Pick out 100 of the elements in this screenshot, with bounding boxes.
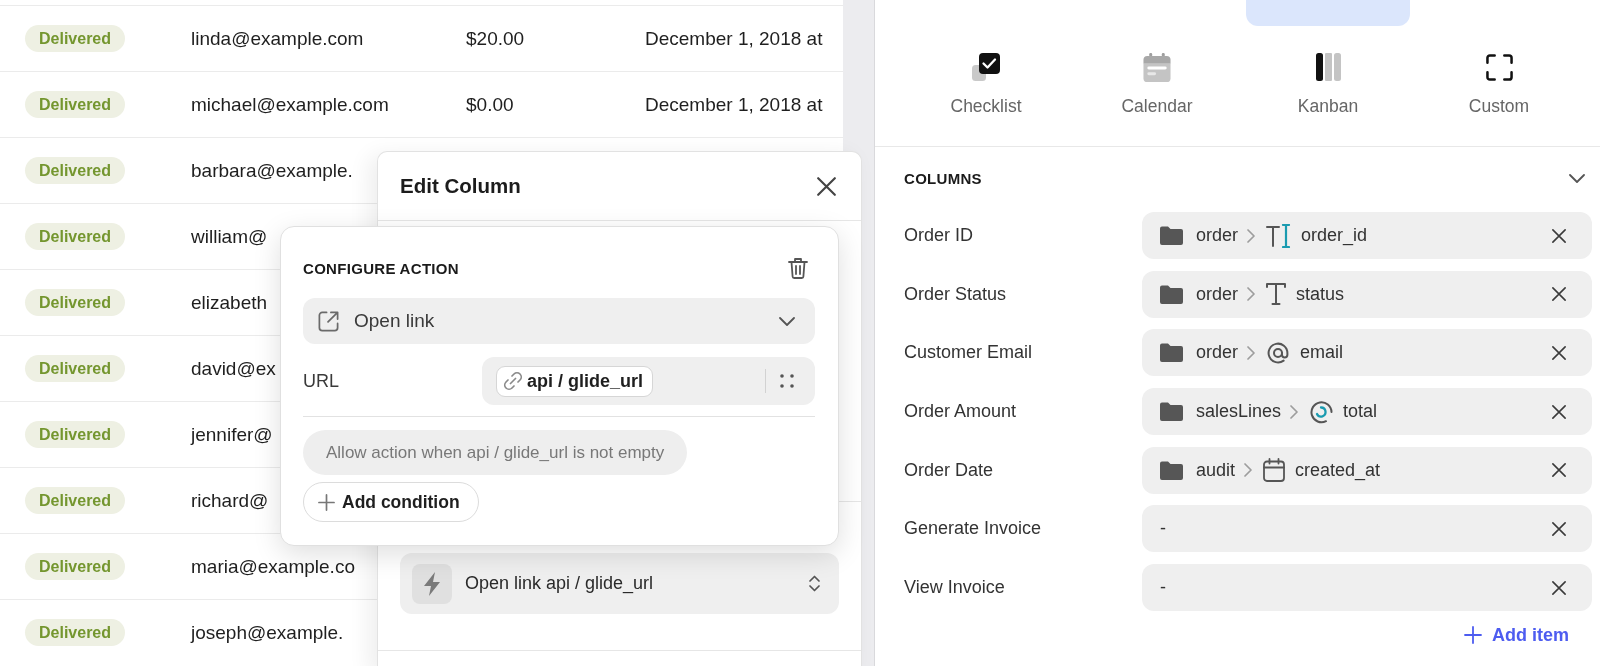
column-label: Generate Invoice <box>904 518 1043 540</box>
lightning-icon <box>412 563 452 604</box>
close-icon[interactable] <box>1552 463 1566 478</box>
order-status: Delivered <box>25 421 126 448</box>
column-value-field[interactable]: audit created_at <box>1142 446 1592 494</box>
close-icon[interactable] <box>1552 345 1566 360</box>
section-title: COLUMNS <box>904 169 982 187</box>
layout-option[interactable]: Kanban <box>1246 36 1410 128</box>
source-table: order <box>1196 283 1239 305</box>
order-date: December 1, 2018 at <box>645 27 823 49</box>
at-sign-icon <box>1266 340 1291 365</box>
column-label: View Invoice <box>904 577 1006 599</box>
url-field[interactable]: api / glide_url <box>482 357 815 405</box>
column-label: Order Status <box>904 283 1008 305</box>
text-type-icon <box>1266 283 1287 306</box>
chevron-right-icon <box>1290 404 1299 419</box>
source-column: order_id <box>1301 225 1368 246</box>
column-label: Customer Email <box>904 342 1034 364</box>
column-label: Order Date <box>904 459 995 481</box>
panel-title: Edit Column <box>400 174 521 198</box>
chevron-right-icon <box>1247 345 1256 360</box>
close-icon[interactable] <box>1552 287 1566 302</box>
text-cursor-icon <box>1266 223 1292 248</box>
folder-icon <box>1160 226 1183 245</box>
condition-filter[interactable]: Allow action when api / glide_url is not empty <box>303 430 688 475</box>
customer-email: elizabeth <box>191 291 268 313</box>
order-status: Delivered <box>25 553 126 580</box>
order-status: Delivered <box>25 25 126 52</box>
chevron-right-icon <box>1247 287 1256 302</box>
order-date: December 1, 2018 at <box>645 93 823 115</box>
layout-option[interactable]: Calendar <box>1075 36 1239 128</box>
chevron-down-icon[interactable] <box>779 316 795 326</box>
source-table: salesLines <box>1196 401 1282 423</box>
folder-icon <box>1160 343 1183 363</box>
column-label: Order Amount <box>904 401 1018 423</box>
add-condition-button[interactable]: Add condition <box>303 482 479 522</box>
calendar-icon <box>1143 52 1171 82</box>
source-column: email <box>1300 342 1344 364</box>
empty-value: - <box>1160 518 1166 540</box>
customer-email: barbara@example. <box>191 159 353 181</box>
empty-value: - <box>1160 577 1166 599</box>
order-status: Delivered <box>25 157 126 184</box>
spiral-icon <box>1309 399 1334 424</box>
add-item-button[interactable]: Add item <box>1464 624 1569 647</box>
chevron-right-icon <box>1247 228 1256 243</box>
field-label: URL <box>303 370 340 392</box>
order-status: Delivered <box>25 91 126 118</box>
chevron-right-icon <box>1244 463 1253 478</box>
order-status: Delivered <box>25 223 126 250</box>
column-value-field[interactable]: - <box>1142 505 1592 553</box>
order-amount: $0.00 <box>466 93 514 115</box>
customer-email: linda@example.com <box>191 27 364 49</box>
plus-icon <box>1464 626 1482 645</box>
trash-icon[interactable] <box>788 257 808 279</box>
customer-email: richard@ <box>191 489 269 511</box>
layout-option[interactable]: Checklist <box>904 36 1068 128</box>
frame-corners-icon <box>1485 53 1513 81</box>
customer-email: david@ex <box>191 357 276 379</box>
link-icon <box>503 371 523 391</box>
plus-icon <box>318 493 335 511</box>
order-status: Delivered <box>25 619 126 646</box>
source-table: audit <box>1196 459 1236 481</box>
dots-icon[interactable] <box>780 374 794 388</box>
popover-title: CONFIGURE ACTION <box>303 259 459 277</box>
folder-icon <box>1160 402 1183 422</box>
source-column: total <box>1343 401 1378 423</box>
customer-email: joseph@example. <box>191 621 344 643</box>
column-value-field[interactable]: order status <box>1142 270 1592 318</box>
folder-icon <box>1160 284 1183 304</box>
close-icon[interactable] <box>1552 228 1566 243</box>
close-icon[interactable] <box>1552 521 1566 536</box>
folder-icon <box>1160 460 1183 480</box>
customer-email: michael@example.com <box>191 93 389 115</box>
customer-email: william@ <box>191 225 268 247</box>
source-column: created_at <box>1295 459 1381 481</box>
url-token[interactable]: api / glide_url <box>496 365 654 397</box>
order-amount: $20.00 <box>466 27 525 49</box>
calendar-outline-icon <box>1263 458 1286 483</box>
source-column: status <box>1296 283 1345 305</box>
up-down-chevron-icon[interactable] <box>809 575 820 592</box>
order-status: Delivered <box>25 355 126 382</box>
source-table: order <box>1196 342 1239 364</box>
kanban-icon <box>1315 53 1341 81</box>
close-icon[interactable] <box>817 176 836 196</box>
customer-email: maria@example.co <box>191 555 355 577</box>
source-table: order <box>1196 225 1239 246</box>
column-value-field[interactable]: order email <box>1142 329 1592 377</box>
customer-email: jennifer@ <box>191 423 273 445</box>
action-type-select[interactable]: Open link <box>303 298 815 344</box>
column-value-field[interactable]: - <box>1142 564 1592 612</box>
column-value-field[interactable]: salesLines total <box>1142 388 1592 436</box>
chevron-down-icon[interactable] <box>1569 173 1585 183</box>
external-link-icon <box>317 309 340 333</box>
order-status: Delivered <box>25 289 126 316</box>
column-value-field[interactable]: order order_id <box>1142 212 1592 259</box>
order-status: Delivered <box>25 487 126 514</box>
close-icon[interactable] <box>1552 404 1566 419</box>
layout-option[interactable]: Custom <box>1417 36 1581 128</box>
action-select[interactable]: Open link api / glide_url <box>400 553 839 614</box>
close-icon[interactable] <box>1552 580 1566 595</box>
